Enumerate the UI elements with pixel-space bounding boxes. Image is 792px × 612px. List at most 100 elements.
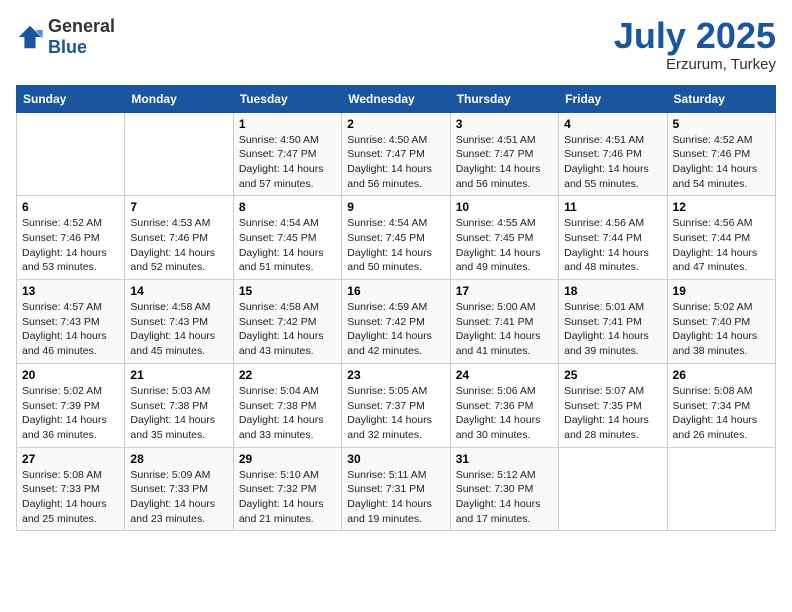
cell-info: Sunrise: 5:07 AMSunset: 7:35 PMDaylight:… <box>564 384 661 443</box>
day-of-week-header: Sunday <box>17 85 125 112</box>
day-number: 28 <box>130 452 227 466</box>
calendar-cell: 30 Sunrise: 5:11 AMSunset: 7:31 PMDayligh… <box>342 447 450 531</box>
month-year: July 2025 <box>614 16 776 56</box>
cell-info: Sunrise: 4:56 AMSunset: 7:44 PMDaylight:… <box>564 216 661 275</box>
day-number: 14 <box>130 284 227 298</box>
cell-info: Sunrise: 4:55 AMSunset: 7:45 PMDaylight:… <box>456 216 553 275</box>
day-number: 21 <box>130 368 227 382</box>
calendar-cell: 22 Sunrise: 5:04 AMSunset: 7:38 PMDayligh… <box>233 363 341 447</box>
calendar-week-row: 20Sunrise: 5:02 AMSunset: 7:39 PMDayligh… <box>17 363 776 447</box>
cell-info: Sunrise: 5:08 AMSunset: 7:34 PMDaylight:… <box>673 384 770 443</box>
calendar-cell: 17Sunrise: 5:00 AMSunset: 7:41 PMDayligh… <box>450 280 558 364</box>
cell-info: Sunrise: 5:00 AMSunset: 7:41 PMDaylight:… <box>456 300 553 359</box>
cell-info: Sunrise: 4:51 AMSunset: 7:47 PMDaylight:… <box>456 133 553 192</box>
cell-info: Sunrise: 5:02 AMSunset: 7:39 PMDaylight:… <box>22 384 119 443</box>
calendar-cell: 31Sunrise: 5:12 AMSunset: 7:30 PMDayligh… <box>450 447 558 531</box>
cell-info: Sunrise: 4:54 AMSunset: 7:45 PMDaylight:… <box>239 216 336 275</box>
day-number: 5 <box>673 117 770 131</box>
calendar-cell: 16 Sunrise: 4:59 AMSunset: 7:42 PMDayligh… <box>342 280 450 364</box>
cell-info: Sunrise: 5:04 AMSunset: 7:38 PMDaylight:… <box>239 384 336 443</box>
calendar-cell: 21 Sunrise: 5:03 AMSunset: 7:38 PMDayligh… <box>125 363 233 447</box>
day-number: 11 <box>564 200 661 214</box>
day-number: 12 <box>673 200 770 214</box>
cell-info: Sunrise: 4:52 AMSunset: 7:46 PMDaylight:… <box>673 133 770 192</box>
day-number: 18 <box>564 284 661 298</box>
day-of-week-header: Monday <box>125 85 233 112</box>
calendar-cell: 6 Sunrise: 4:52 AMSunset: 7:46 PMDaylight… <box>17 196 125 280</box>
cell-info: Sunrise: 4:56 AMSunset: 7:44 PMDaylight:… <box>673 216 770 275</box>
cell-info: Sunrise: 5:11 AMSunset: 7:31 PMDaylight:… <box>347 468 444 527</box>
calendar-week-row: 13 Sunrise: 4:57 AMSunset: 7:43 PMDayligh… <box>17 280 776 364</box>
calendar-week-row: 6 Sunrise: 4:52 AMSunset: 7:46 PMDaylight… <box>17 196 776 280</box>
day-number: 30 <box>347 452 444 466</box>
calendar-week-row: 1 Sunrise: 4:50 AMSunset: 7:47 PMDaylight… <box>17 112 776 196</box>
day-number: 8 <box>239 200 336 214</box>
calendar-cell: 2 Sunrise: 4:50 AMSunset: 7:47 PMDaylight… <box>342 112 450 196</box>
cell-info: Sunrise: 4:52 AMSunset: 7:46 PMDaylight:… <box>22 216 119 275</box>
cell-info: Sunrise: 5:10 AMSunset: 7:32 PMDaylight:… <box>239 468 336 527</box>
calendar-cell: 3Sunrise: 4:51 AMSunset: 7:47 PMDaylight… <box>450 112 558 196</box>
calendar-table: SundayMondayTuesdayWednesdayThursdayFrid… <box>16 85 776 532</box>
cell-info: Sunrise: 4:53 AMSunset: 7:46 PMDaylight:… <box>130 216 227 275</box>
cell-info: Sunrise: 5:03 AMSunset: 7:38 PMDaylight:… <box>130 384 227 443</box>
cell-info: Sunrise: 5:05 AMSunset: 7:37 PMDaylight:… <box>347 384 444 443</box>
logo-text-blue: Blue <box>48 37 87 57</box>
day-number: 6 <box>22 200 119 214</box>
cell-info: Sunrise: 5:12 AMSunset: 7:30 PMDaylight:… <box>456 468 553 527</box>
calendar-cell: 18 Sunrise: 5:01 AMSunset: 7:41 PMDayligh… <box>559 280 667 364</box>
day-number: 9 <box>347 200 444 214</box>
cell-info: Sunrise: 4:58 AMSunset: 7:43 PMDaylight:… <box>130 300 227 359</box>
logo: General Blue <box>16 16 115 58</box>
cell-info: Sunrise: 4:59 AMSunset: 7:42 PMDaylight:… <box>347 300 444 359</box>
day-number: 2 <box>347 117 444 131</box>
cell-info: Sunrise: 5:06 AMSunset: 7:36 PMDaylight:… <box>456 384 553 443</box>
title-block: July 2025 Erzurum, Turkey <box>614 16 776 73</box>
calendar-cell <box>125 112 233 196</box>
cell-info: Sunrise: 5:01 AMSunset: 7:41 PMDaylight:… <box>564 300 661 359</box>
calendar-cell: 12 Sunrise: 4:56 AMSunset: 7:44 PMDayligh… <box>667 196 775 280</box>
calendar-cell: 28 Sunrise: 5:09 AMSunset: 7:33 PMDayligh… <box>125 447 233 531</box>
calendar-cell <box>17 112 125 196</box>
cell-info: Sunrise: 4:51 AMSunset: 7:46 PMDaylight:… <box>564 133 661 192</box>
day-number: 24 <box>456 368 553 382</box>
day-number: 26 <box>673 368 770 382</box>
page-header: General Blue July 2025 Erzurum, Turkey <box>16 16 776 73</box>
calendar-week-row: 27Sunrise: 5:08 AMSunset: 7:33 PMDayligh… <box>17 447 776 531</box>
day-number: 19 <box>673 284 770 298</box>
logo-icon <box>16 23 44 51</box>
calendar-cell: 10Sunrise: 4:55 AMSunset: 7:45 PMDayligh… <box>450 196 558 280</box>
location: Erzurum, Turkey <box>614 56 776 73</box>
day-number: 15 <box>239 284 336 298</box>
calendar-cell: 13 Sunrise: 4:57 AMSunset: 7:43 PMDayligh… <box>17 280 125 364</box>
calendar-cell: 11 Sunrise: 4:56 AMSunset: 7:44 PMDayligh… <box>559 196 667 280</box>
cell-info: Sunrise: 4:54 AMSunset: 7:45 PMDaylight:… <box>347 216 444 275</box>
calendar-cell: 4Sunrise: 4:51 AMSunset: 7:46 PMDaylight… <box>559 112 667 196</box>
calendar-cell: 19 Sunrise: 5:02 AMSunset: 7:40 PMDayligh… <box>667 280 775 364</box>
calendar-cell <box>559 447 667 531</box>
day-number: 22 <box>239 368 336 382</box>
calendar-header-row: SundayMondayTuesdayWednesdayThursdayFrid… <box>17 85 776 112</box>
day-number: 1 <box>239 117 336 131</box>
cell-info: Sunrise: 4:57 AMSunset: 7:43 PMDaylight:… <box>22 300 119 359</box>
calendar-cell: 26 Sunrise: 5:08 AMSunset: 7:34 PMDayligh… <box>667 363 775 447</box>
calendar-cell: 9 Sunrise: 4:54 AMSunset: 7:45 PMDaylight… <box>342 196 450 280</box>
calendar-cell: 1Sunrise: 4:50 AMSunset: 7:47 PMDaylight… <box>233 112 341 196</box>
calendar-cell <box>667 447 775 531</box>
cell-info: Sunrise: 4:50 AMSunset: 7:47 PMDaylight:… <box>347 133 444 192</box>
day-number: 29 <box>239 452 336 466</box>
logo-text-general: General <box>48 16 115 36</box>
calendar-cell: 5 Sunrise: 4:52 AMSunset: 7:46 PMDaylight… <box>667 112 775 196</box>
day-number: 16 <box>347 284 444 298</box>
cell-info: Sunrise: 5:08 AMSunset: 7:33 PMDaylight:… <box>22 468 119 527</box>
day-of-week-header: Thursday <box>450 85 558 112</box>
cell-info: Sunrise: 4:58 AMSunset: 7:42 PMDaylight:… <box>239 300 336 359</box>
calendar-cell: 14 Sunrise: 4:58 AMSunset: 7:43 PMDayligh… <box>125 280 233 364</box>
calendar-cell: 29 Sunrise: 5:10 AMSunset: 7:32 PMDayligh… <box>233 447 341 531</box>
calendar-cell: 23 Sunrise: 5:05 AMSunset: 7:37 PMDayligh… <box>342 363 450 447</box>
cell-info: Sunrise: 5:09 AMSunset: 7:33 PMDaylight:… <box>130 468 227 527</box>
calendar-cell: 25Sunrise: 5:07 AMSunset: 7:35 PMDayligh… <box>559 363 667 447</box>
day-number: 23 <box>347 368 444 382</box>
calendar-cell: 7Sunrise: 4:53 AMSunset: 7:46 PMDaylight… <box>125 196 233 280</box>
day-number: 13 <box>22 284 119 298</box>
cell-info: Sunrise: 5:02 AMSunset: 7:40 PMDaylight:… <box>673 300 770 359</box>
